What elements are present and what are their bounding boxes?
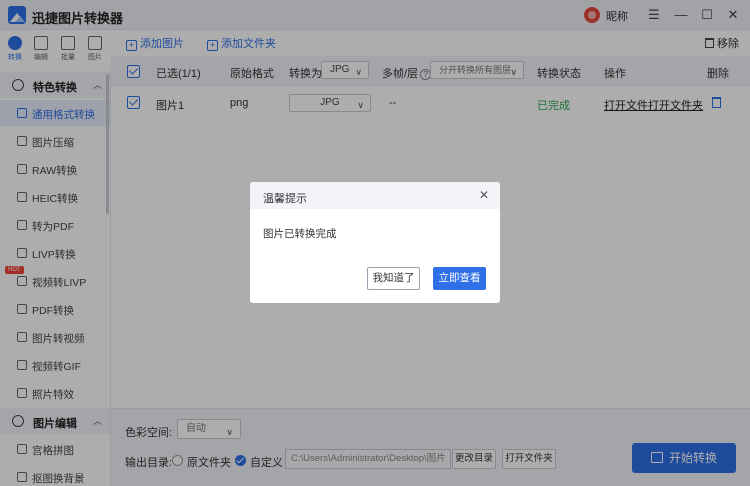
notice-dialog: 温馨提示 ✕ 图片已转换完成 我知道了 立即查看	[250, 182, 500, 303]
got-it-button[interactable]: 我知道了	[367, 267, 420, 290]
close-icon[interactable]: ✕	[479, 188, 489, 202]
dialog-header: 温馨提示 ✕	[250, 182, 500, 209]
view-now-button[interactable]: 立即查看	[433, 267, 486, 290]
dialog-title: 温馨提示	[263, 193, 307, 205]
dialog-message: 图片已转换完成	[263, 228, 337, 240]
